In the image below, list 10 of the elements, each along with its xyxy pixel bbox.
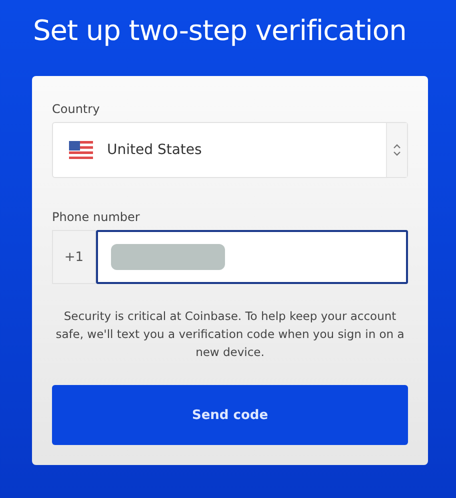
chevron-icon bbox=[393, 143, 401, 157]
country-select[interactable]: United States bbox=[52, 122, 408, 178]
flag-icon bbox=[69, 141, 93, 159]
phone-input[interactable] bbox=[96, 230, 408, 284]
notice-text: Security is critical at Coinbase. To help keep your account safe, we'll text you a verification code when you sign in on a new device. bbox=[54, 308, 406, 361]
country-code: +1 bbox=[52, 230, 96, 284]
send-code-button[interactable]: Send code bbox=[52, 385, 408, 446]
field-label: Country bbox=[52, 102, 100, 116]
field-label: Phone number bbox=[52, 210, 140, 224]
page-title: Set up two-step verification bbox=[33, 14, 406, 47]
